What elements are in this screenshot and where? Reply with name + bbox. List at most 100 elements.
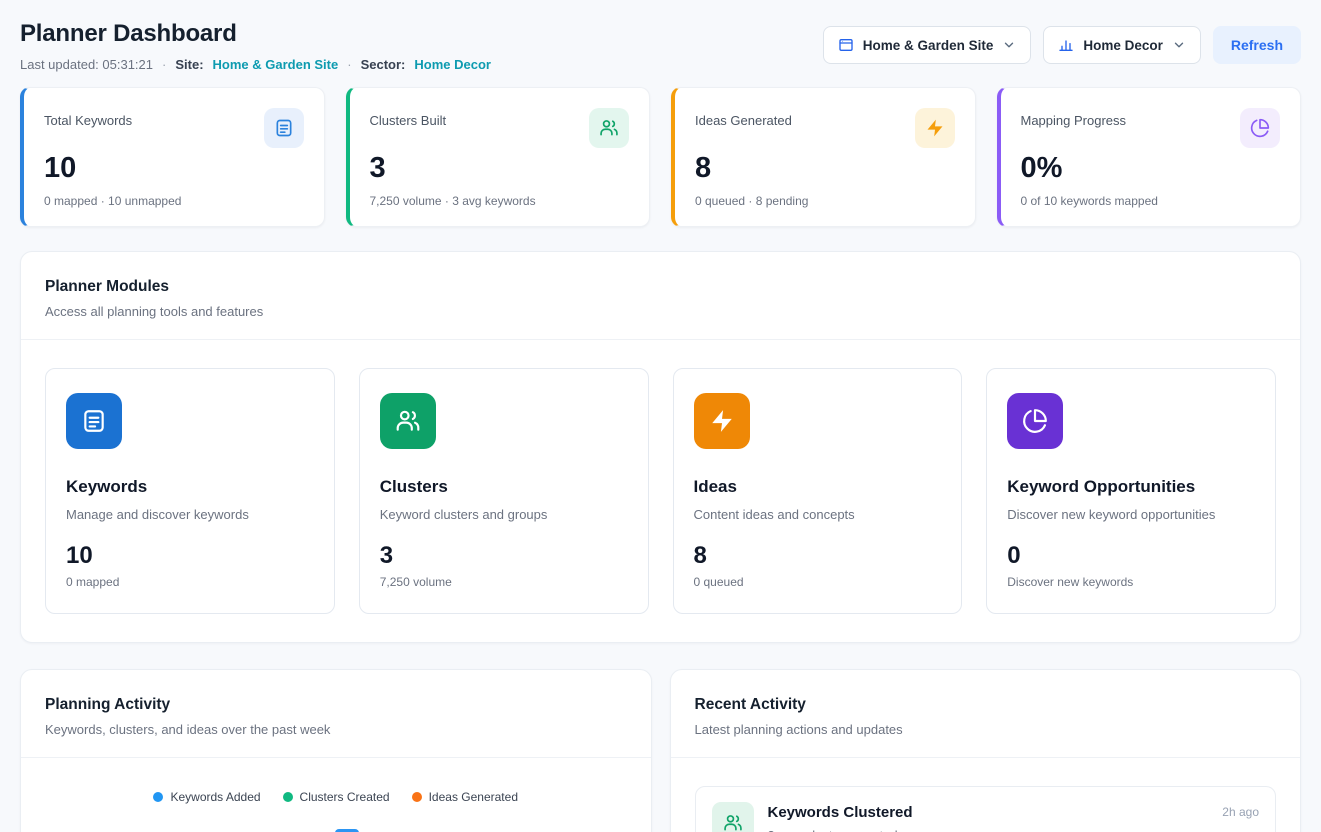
module-value: 0	[1007, 542, 1255, 570]
stat-label: Total Keywords	[44, 108, 132, 128]
stat-value: 3	[370, 152, 630, 185]
recent-activity-title: Recent Activity	[695, 696, 1277, 714]
refresh-button[interactable]: Refresh	[1213, 26, 1301, 64]
page-meta: Last updated: 05:31:21 · Site: Home & Ga…	[20, 57, 491, 72]
planning-activity-panel: Planning Activity Keywords, clusters, an…	[20, 669, 652, 832]
planning-activity-header: Planning Activity Keywords, clusters, an…	[21, 670, 651, 758]
modules-grid: Keywords Manage and discover keywords 10…	[21, 340, 1300, 642]
sector-selector-dropdown[interactable]: Home Decor	[1043, 26, 1201, 64]
stat-detail: 0 queued · 8 pending	[695, 194, 955, 208]
page-title: Planner Dashboard	[20, 20, 491, 48]
modules-section-subtitle: Access all planning tools and features	[45, 304, 1276, 319]
module-detail: 0 queued	[694, 575, 942, 589]
site-link[interactable]: Home & Garden Site	[213, 57, 339, 72]
lightning-icon	[915, 108, 955, 148]
module-value: 10	[66, 542, 314, 570]
recent-activity-panel: Recent Activity Latest planning actions …	[670, 669, 1302, 832]
module-card-keyword-opportunities[interactable]: Keyword Opportunities Discover new keywo…	[986, 368, 1276, 614]
legend-dot-icon	[412, 792, 422, 802]
module-card-keywords[interactable]: Keywords Manage and discover keywords 10…	[45, 368, 335, 614]
module-value: 8	[694, 542, 942, 570]
stat-card-top: Mapping Progress	[1021, 108, 1281, 148]
stat-detail: 0 of 10 keywords mapped	[1021, 194, 1281, 208]
planning-activity-title: Planning Activity	[45, 696, 627, 714]
stat-value: 10	[44, 152, 304, 185]
site-selector-value: Home & Garden Site	[863, 38, 994, 53]
activity-description: 3 new clusters created	[768, 828, 1209, 832]
module-description: Content ideas and concepts	[694, 507, 942, 522]
document-list-icon	[264, 108, 304, 148]
module-detail: 7,250 volume	[380, 575, 628, 589]
legend-label: Ideas Generated	[429, 790, 518, 804]
users-icon	[712, 802, 754, 832]
recent-activity-header: Recent Activity Latest planning actions …	[671, 670, 1301, 758]
module-title: Keyword Opportunities	[1007, 477, 1255, 497]
lightning-icon	[694, 393, 750, 449]
pie-chart-icon	[1240, 108, 1280, 148]
stat-detail: 7,250 volume · 3 avg keywords	[370, 194, 630, 208]
module-card-clusters[interactable]: Clusters Keyword clusters and groups 3 7…	[359, 368, 649, 614]
legend-label: Clusters Created	[300, 790, 390, 804]
module-title: Keywords	[66, 477, 314, 497]
legend-dot-icon	[153, 792, 163, 802]
pie-chart-icon	[1007, 393, 1063, 449]
module-value: 3	[380, 542, 628, 570]
module-description: Discover new keyword opportunities	[1007, 507, 1255, 522]
stat-label: Clusters Built	[370, 108, 447, 128]
stat-card-top: Ideas Generated	[695, 108, 955, 148]
module-detail: 0 mapped	[66, 575, 314, 589]
activity-list-item[interactable]: Keywords Clustered 3 new clusters create…	[695, 786, 1277, 832]
module-description: Keyword clusters and groups	[380, 507, 628, 522]
legend-item-keywords-added: Keywords Added	[153, 790, 260, 804]
activity-title: Keywords Clustered	[768, 804, 1209, 821]
chart-legend: Keywords Added Clusters Created Ideas Ge…	[45, 790, 627, 804]
document-list-icon	[66, 393, 122, 449]
recent-activity-body: Keywords Clustered 3 new clusters create…	[671, 758, 1301, 832]
legend-item-ideas-generated: Ideas Generated	[412, 790, 518, 804]
planner-modules-section: Planner Modules Access all planning tool…	[20, 251, 1301, 643]
module-detail: Discover new keywords	[1007, 575, 1255, 589]
modules-section-title: Planner Modules	[45, 278, 1276, 296]
module-title: Ideas	[694, 477, 942, 497]
site-icon	[838, 37, 854, 53]
header-controls: Home & Garden Site Home Decor Refresh	[823, 20, 1301, 64]
stat-card-total-keywords: Total Keywords 10 0 mapped · 10 unmapped	[20, 87, 325, 227]
site-label: Site:	[175, 57, 203, 72]
planning-activity-subtitle: Keywords, clusters, and ideas over the p…	[45, 722, 627, 737]
activity-timestamp: 2h ago	[1222, 802, 1259, 819]
modules-section-header: Planner Modules Access all planning tool…	[21, 252, 1300, 340]
legend-dot-icon	[283, 792, 293, 802]
stat-value: 0%	[1021, 152, 1281, 185]
bottom-panels: Planning Activity Keywords, clusters, an…	[20, 669, 1301, 832]
stat-card-clusters-built: Clusters Built 3 7,250 volume · 3 avg ke…	[346, 87, 651, 227]
stat-card-top: Total Keywords	[44, 108, 304, 148]
planning-activity-body: Keywords Added Clusters Created Ideas Ge…	[21, 758, 651, 832]
meta-separator: ·	[162, 57, 166, 72]
users-icon	[589, 108, 629, 148]
module-card-ideas[interactable]: Ideas Content ideas and concepts 8 0 que…	[673, 368, 963, 614]
stat-detail: 0 mapped · 10 unmapped	[44, 194, 304, 208]
bar-chart-icon	[1058, 37, 1074, 53]
page-header: Planner Dashboard Last updated: 05:31:21…	[20, 20, 1301, 72]
last-updated-text: Last updated: 05:31:21	[20, 57, 153, 72]
chevron-down-icon	[1002, 38, 1016, 52]
stats-row: Total Keywords 10 0 mapped · 10 unmapped…	[20, 87, 1301, 227]
sector-selector-value: Home Decor	[1083, 38, 1163, 53]
stat-value: 8	[695, 152, 955, 185]
sector-link[interactable]: Home Decor	[414, 57, 491, 72]
stat-card-ideas-generated: Ideas Generated 8 0 queued · 8 pending	[671, 87, 976, 227]
page-header-left: Planner Dashboard Last updated: 05:31:21…	[20, 20, 491, 72]
module-title: Clusters	[380, 477, 628, 497]
site-selector-dropdown[interactable]: Home & Garden Site	[823, 26, 1032, 64]
stat-label: Mapping Progress	[1021, 108, 1127, 128]
legend-label: Keywords Added	[170, 790, 260, 804]
users-icon	[380, 393, 436, 449]
stat-label: Ideas Generated	[695, 108, 792, 128]
planner-dashboard-page: Planner Dashboard Last updated: 05:31:21…	[0, 0, 1321, 832]
stat-card-top: Clusters Built	[370, 108, 630, 148]
meta-separator: ·	[347, 57, 351, 72]
chevron-down-icon	[1172, 38, 1186, 52]
planning-activity-chart: 25 25 24	[45, 816, 627, 832]
stat-card-mapping-progress: Mapping Progress 0% 0 of 10 keywords map…	[997, 87, 1302, 227]
legend-item-clusters-created: Clusters Created	[283, 790, 390, 804]
